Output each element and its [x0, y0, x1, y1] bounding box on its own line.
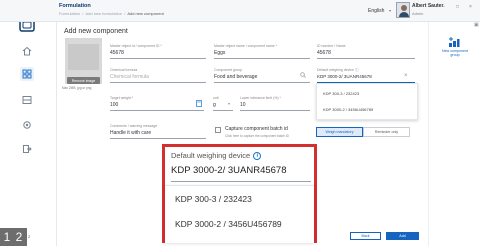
lower-tolerance-label: Lower tolerance limit (%) * [240, 96, 281, 100]
avatar[interactable] [396, 2, 410, 18]
breadcrumb-current: Add new component [127, 11, 164, 16]
comments-input[interactable]: Handle it with care [110, 130, 151, 136]
zoom-device-dropdown: KDP 300-3 / 232423 KDP 3000-2 / 3456U456… [165, 185, 314, 243]
chemical-formula-input[interactable]: Chemical formula [110, 74, 149, 80]
minimize-icon[interactable]: – [442, 4, 445, 10]
user-role: Admin [412, 11, 424, 16]
weighing-device-label: Default weighing device ⓘ [317, 68, 359, 72]
home-icon[interactable] [20, 44, 34, 58]
capture-batch-label: Capture component batch id [225, 126, 288, 132]
unit-label: unit [213, 96, 219, 100]
new-group-icon[interactable] [448, 36, 460, 48]
id-number-label: ID number / Name [317, 44, 346, 48]
breadcrumb: Formulation / Add new formulation / Add … [59, 11, 164, 16]
breadcrumb-item[interactable]: Add new formulation [85, 11, 121, 16]
calculator-icon[interactable] [196, 100, 202, 109]
close-icon[interactable]: × [469, 4, 472, 10]
capture-batch-hint: Click here to capture the component batc… [225, 134, 289, 138]
step-number-badge: 1 2 [0, 228, 27, 246]
object-name-label: Master object name / component name * [214, 44, 278, 48]
info-icon[interactable]: i [253, 151, 262, 160]
clear-icon[interactable]: × [404, 73, 408, 79]
image-hint: Max 2MB, jpg or png [62, 86, 92, 90]
storage-icon[interactable] [20, 93, 34, 107]
component-id-label: Master object id / component ID * [110, 44, 162, 48]
panel-toggle-icon[interactable]: ▣ [474, 22, 479, 28]
component-group-input[interactable]: Food and beverage [214, 74, 257, 80]
object-name-input[interactable]: Eggs [214, 50, 225, 56]
id-number-input[interactable]: 45678 [317, 50, 331, 56]
logout-icon[interactable] [20, 142, 34, 156]
info-icon[interactable]: ⓘ [355, 68, 359, 72]
settings-icon[interactable] [20, 118, 34, 132]
lower-tolerance-input[interactable]: 10 [240, 102, 246, 108]
zoom-dropdown-option[interactable]: KDP 3000-2 / 3456U456789 [175, 219, 282, 229]
component-id-input[interactable]: 45678 [110, 50, 124, 56]
app-name: Formulation [59, 3, 91, 9]
search-icon[interactable] [300, 72, 306, 80]
breadcrumb-item[interactable]: Formulation [59, 11, 80, 16]
user-name: Albert Sauter [412, 3, 444, 9]
comments-label: Comments / warning message [110, 124, 158, 128]
page-title: Add new component [64, 28, 128, 35]
new-component-group-link[interactable]: New component group [437, 49, 473, 58]
weigh-mandatory-toggle[interactable]: Weigh mandatory [316, 127, 363, 137]
back-button[interactable]: Back [350, 232, 381, 240]
remove-image-button[interactable]: Remove image [67, 77, 100, 84]
unit-select[interactable]: g [213, 102, 216, 108]
reminder-only-toggle[interactable]: Reminder only [363, 127, 410, 137]
chemical-formula-label: Chemical formula [110, 68, 138, 72]
zoom-dropdown-option[interactable]: KDP 300-3 / 232423 [175, 194, 252, 204]
zoom-weighing-device-input[interactable]: KDP 3000-2/ 3UANR45678 [171, 165, 286, 176]
sidebar [0, 0, 57, 246]
maximize-icon[interactable]: □ [456, 4, 459, 10]
add-button[interactable]: Add [386, 232, 419, 240]
grid-icon[interactable] [20, 67, 34, 81]
titlebar: Formulation Formulation / Add new formul… [0, 0, 480, 22]
device-dropdown: KDP 300-3 / 232423 KDP 3000-2 / 3456U456… [316, 83, 418, 120]
zoom-callout: Default weighing device i KDP 3000-2/ 3U… [162, 144, 317, 243]
chevron-down-icon[interactable]: ▾ [228, 101, 230, 106]
target-weight-label: Target weight * [110, 96, 134, 100]
target-weight-input[interactable]: 100 [110, 102, 118, 108]
chevron-down-icon[interactable]: ▾ [389, 8, 391, 13]
weighing-device-input[interactable]: KDP 3000-2/ 3UANR45678 [317, 74, 372, 79]
capture-batch-checkbox[interactable] [215, 127, 221, 133]
step-number-small: 2 [28, 234, 31, 239]
dropdown-option[interactable]: KDP 300-3 / 232423 [323, 91, 359, 96]
zoom-weighing-device-label: Default weighing device i [171, 151, 262, 160]
component-group-label: Component group [214, 68, 243, 72]
dropdown-option[interactable]: KDP 3000-2 / 3456U456789 [323, 107, 373, 112]
language-selector[interactable]: English [368, 8, 384, 14]
